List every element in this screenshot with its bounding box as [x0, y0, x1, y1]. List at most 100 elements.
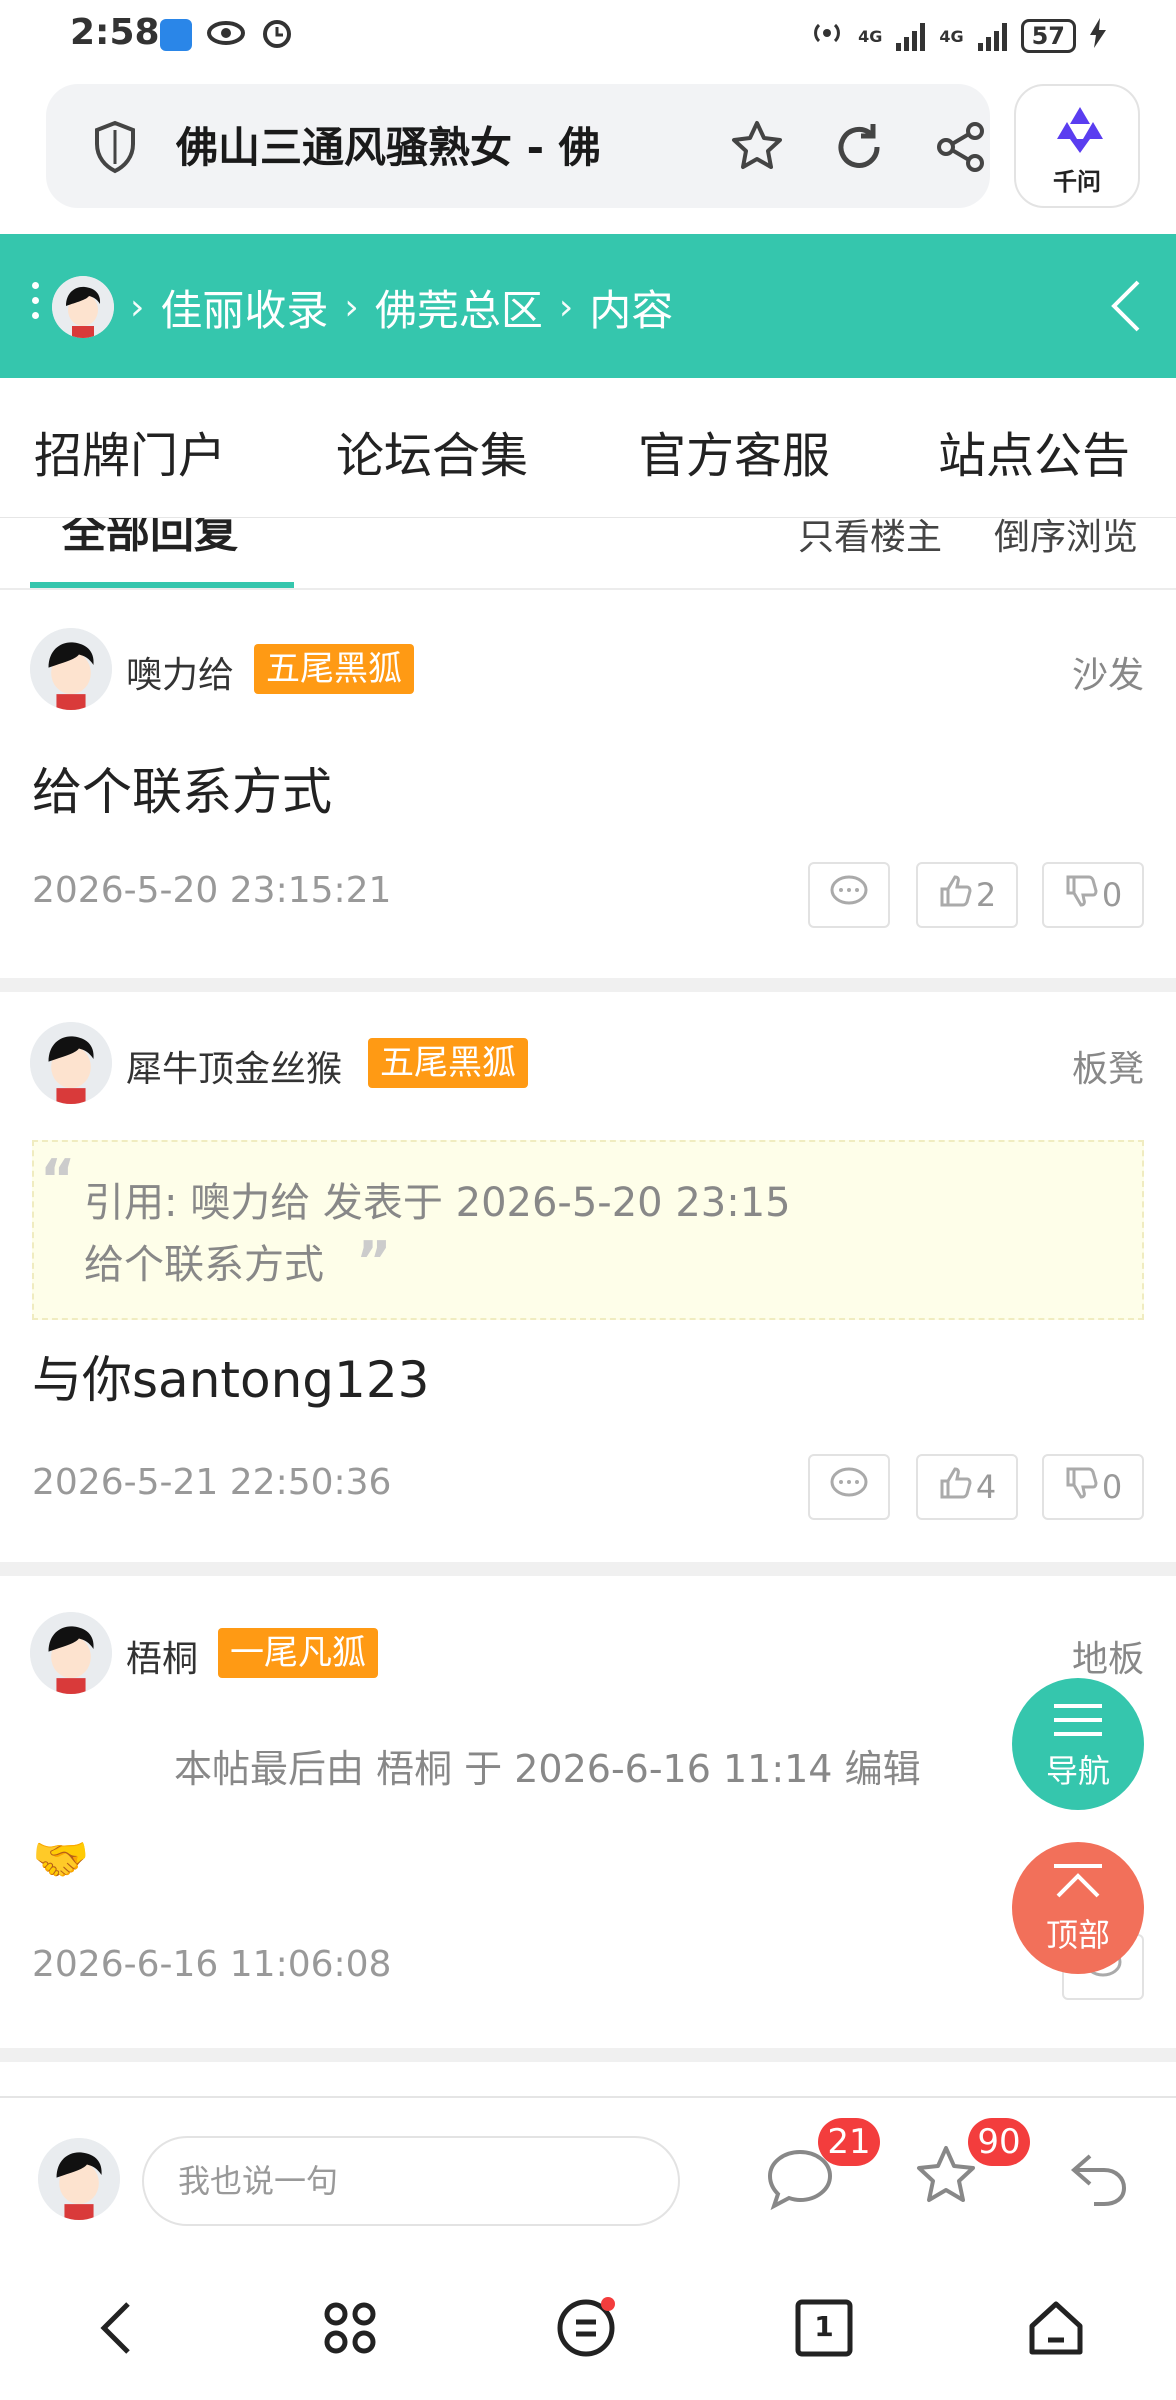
back-icon[interactable]	[86, 2296, 150, 2360]
tabs-button[interactable]: 1	[792, 2296, 856, 2360]
edit-note: 本帖最后由 梧桐 于 2026-6-16 11:14 编辑	[174, 1747, 921, 1791]
avatar[interactable]	[30, 1022, 112, 1104]
reply-bar: 我也说一句 21 90	[0, 2096, 1176, 2256]
tab-count: 1	[814, 2310, 834, 2343]
menu-icon	[1052, 1702, 1104, 1742]
reply-post: 梧桐 一尾凡狐 地板 本帖最后由 梧桐 于 2026-6-16 11:14 编辑…	[0, 1576, 1176, 2048]
nav-float-button[interactable]: 导航	[1012, 1678, 1144, 1810]
reply-filter-tabs: 全部回复 只看楼主 倒序浏览	[0, 518, 1176, 590]
back-to-top-button[interactable]: 顶部	[1012, 1842, 1144, 1974]
qwen-logo-icon	[1054, 104, 1106, 160]
thumbs-down-icon	[1064, 1466, 1098, 1508]
reply-input[interactable]: 我也说一句	[142, 2136, 680, 2226]
like-button[interactable]: 4	[916, 1454, 1018, 1520]
alarm-icon	[260, 16, 294, 54]
address-bar[interactable]: 佛山三通风骚熟女 - 佛	[46, 84, 990, 208]
reply-post: 犀牛顶金丝猴 五尾黑狐 板凳 “ 引用: 噢力给 发表于 2026-5-20 2…	[0, 992, 1176, 1562]
comment-bubble-icon	[829, 873, 869, 917]
post-content: 🤝	[32, 1832, 90, 1886]
rank-badge: 一尾凡狐	[218, 1628, 378, 1678]
quote-block: “ 引用: 噢力给 发表于 2026-5-20 23:15 给个联系方式 ”	[32, 1140, 1144, 1320]
dislike-count: 0	[1101, 876, 1123, 914]
battery-indicator: 57	[1020, 19, 1076, 53]
comment-button[interactable]	[808, 1454, 890, 1520]
username[interactable]: 梧桐	[126, 1630, 198, 1682]
tab-support[interactable]: 官方客服	[638, 416, 830, 486]
rank-badge: 五尾黑狐	[368, 1038, 528, 1088]
post-date: 2026-5-20 23:15:21	[32, 870, 392, 911]
rank-badge: 五尾黑狐	[254, 644, 414, 694]
qwen-label: 千问	[1053, 168, 1101, 196]
username[interactable]: 犀牛顶金丝猴	[126, 1040, 342, 1092]
comment-bubble-icon	[829, 1465, 869, 1509]
arrow-up-icon	[1052, 1862, 1104, 1906]
star-icon[interactable]	[728, 118, 786, 176]
apps-icon[interactable]	[318, 2296, 382, 2360]
post-divider	[0, 978, 1176, 992]
comment-button[interactable]	[808, 862, 890, 928]
only-op-link[interactable]: 只看楼主	[798, 518, 942, 560]
more-dots-icon[interactable]	[32, 282, 40, 327]
back-chevron-icon[interactable]	[1106, 276, 1146, 336]
post-content: 与你santong123	[32, 1351, 430, 1409]
like-count: 2	[975, 876, 997, 914]
star-icon	[912, 2146, 980, 2214]
favorite-count-badge: 90	[968, 2118, 1030, 2166]
breadcrumb-item-region[interactable]: 佛莞总区	[375, 277, 543, 338]
charging-icon	[1090, 18, 1106, 54]
top-tabs: 招牌门户 论坛合集 官方客服 站点公告	[0, 378, 1176, 518]
breadcrumb-item-jiali[interactable]: 佳丽收录	[160, 277, 328, 338]
breadcrumb-separator: ›	[130, 286, 145, 328]
gallery-notification-icon	[160, 19, 192, 51]
username[interactable]: 噢力给	[126, 646, 234, 698]
tab-portal[interactable]: 招牌门户	[34, 416, 226, 486]
status-time: 2:58	[70, 12, 160, 53]
avatar[interactable]	[30, 628, 112, 710]
menu-circle-icon[interactable]	[554, 2296, 618, 2360]
post-content: 给个联系方式	[32, 763, 332, 821]
share-icon[interactable]	[932, 118, 990, 176]
quote-text: 给个联系方式	[84, 1242, 324, 1288]
like-button[interactable]: 2	[916, 862, 1018, 928]
avatar[interactable]	[52, 276, 114, 338]
floor-label: 沙发	[1071, 655, 1144, 696]
close-quote-icon: ”	[356, 1230, 392, 1293]
post-divider	[0, 2048, 1176, 2062]
page-title[interactable]: 佛山三通风骚熟女 - 佛	[176, 114, 676, 175]
reverse-order-link[interactable]: 倒序浏览	[994, 518, 1138, 560]
refresh-icon[interactable]	[830, 118, 888, 176]
breadcrumb-separator: ›	[558, 286, 574, 328]
tab-announcement[interactable]: 站点公告	[938, 416, 1130, 486]
shield-icon[interactable]	[92, 120, 138, 174]
thumbs-up-icon	[938, 874, 972, 916]
post-date: 2026-5-21 22:50:36	[32, 1462, 392, 1503]
hotspot-icon	[810, 16, 844, 56]
network-type-2: 4G	[939, 26, 964, 46]
reply-arrow-icon[interactable]	[1066, 2148, 1130, 2212]
signal-icon-2	[977, 21, 1007, 51]
eye-icon	[206, 19, 246, 51]
network-type-1: 4G	[858, 26, 883, 46]
breadcrumb: › 佳丽收录 › 佛莞总区 › 内容	[0, 234, 1176, 378]
quote-header: 引用: 噢力给 发表于 2026-5-20 23:15	[84, 1180, 791, 1226]
comment-icon	[764, 2149, 836, 2218]
open-quote-icon: “	[40, 1148, 76, 1211]
dislike-count: 0	[1101, 1468, 1123, 1506]
active-tab-underline	[30, 582, 294, 588]
home-icon[interactable]	[1024, 2296, 1088, 2360]
thumbs-up-icon	[938, 1466, 972, 1508]
floor-label: 板凳	[1071, 1049, 1144, 1090]
avatar[interactable]	[38, 2138, 120, 2220]
like-count: 4	[975, 1468, 997, 1506]
dislike-button[interactable]: 0	[1042, 1454, 1144, 1520]
tab-all-replies[interactable]: 全部回复	[62, 518, 238, 560]
avatar[interactable]	[30, 1612, 112, 1694]
back-to-top-label: 顶部	[1045, 1916, 1110, 1954]
comment-count-badge: 21	[818, 2118, 880, 2166]
floor-label: 地板	[1071, 1639, 1144, 1680]
signal-icon-1	[896, 21, 926, 51]
qwen-ai-button[interactable]: 千问	[1014, 84, 1140, 208]
dislike-button[interactable]: 0	[1042, 862, 1144, 928]
tab-forum[interactable]: 论坛合集	[336, 416, 528, 486]
post-date: 2026-6-16 11:06:08	[32, 1944, 392, 1985]
